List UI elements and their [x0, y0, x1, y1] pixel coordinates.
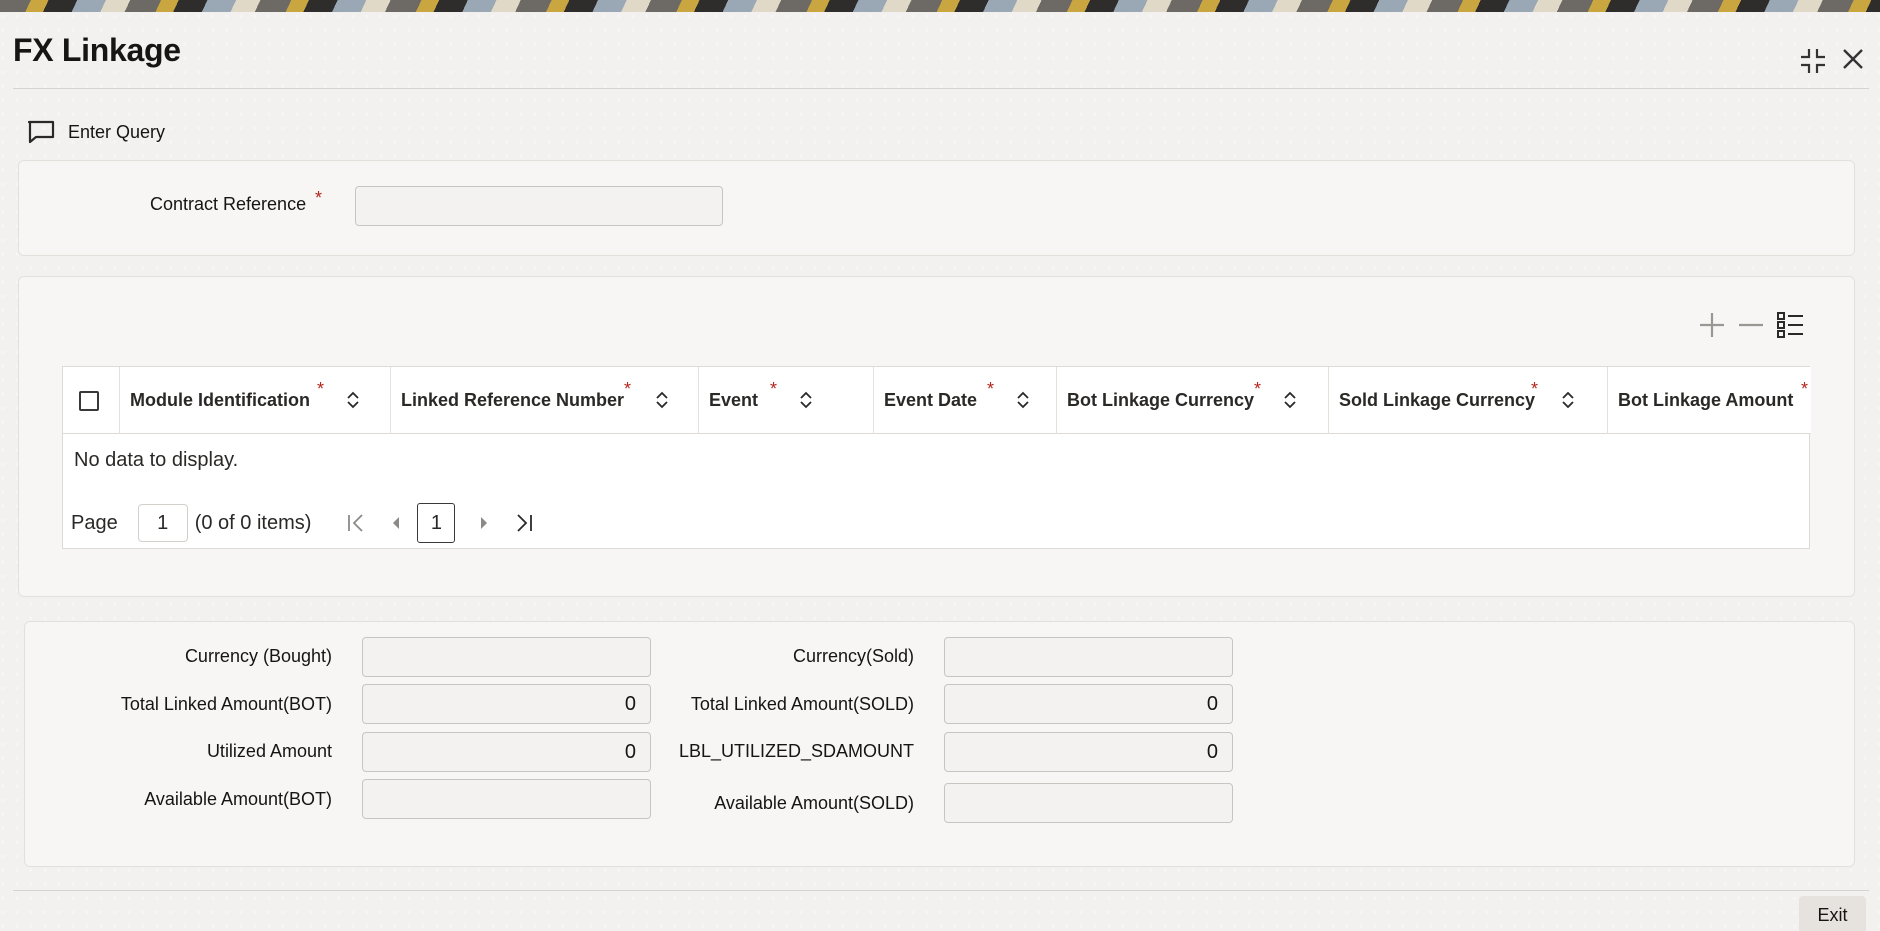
table-header: Module Identification * Linked Reference…	[63, 367, 1811, 434]
sort-icon[interactable]	[799, 391, 813, 409]
currency-sold-field[interactable]	[944, 637, 1233, 677]
enter-query-label: Enter Query	[68, 121, 166, 142]
enter-query-button[interactable]: Enter Query	[26, 118, 165, 146]
pagination: Page 1 (0 of 0 items) 1	[71, 503, 535, 543]
currency-bought-field[interactable]	[362, 637, 651, 677]
contract-reference-label: Contract Reference	[150, 194, 307, 214]
page-label: Page	[71, 511, 118, 534]
select-all-checkbox[interactable]	[79, 390, 99, 411]
contract-reference-input[interactable]	[355, 186, 723, 226]
available-bot-label: Available Amount(BOT)	[144, 789, 332, 809]
available-sold-label: Available Amount(SOLD)	[714, 793, 914, 813]
utilized-amount-label: Utilized Amount	[206, 741, 332, 761]
single-view-icon[interactable]	[1775, 310, 1805, 340]
col-bot-linkage-currency[interactable]: Bot Linkage Currency *	[1057, 367, 1329, 434]
sort-icon[interactable]	[1561, 391, 1575, 409]
next-page-icon[interactable]	[473, 512, 495, 534]
sort-icon[interactable]	[655, 391, 669, 409]
header-banner	[0, 0, 1880, 12]
col-event-date[interactable]: Event Date *	[874, 367, 1057, 434]
footer-divider	[13, 890, 1869, 891]
col-linked-reference-number[interactable]: Linked Reference Number *	[391, 367, 699, 434]
current-page-button[interactable]: 1	[417, 503, 456, 543]
total-linked-sold-field[interactable]: 0	[944, 684, 1233, 724]
required-marker: *	[315, 188, 323, 208]
utilized-amount-field[interactable]: 0	[362, 732, 651, 772]
sort-icon[interactable]	[1283, 391, 1297, 409]
delete-row-icon[interactable]	[1736, 310, 1766, 340]
utilized-sd-amount-label: LBL_UTILIZED_SDAMOUNT	[678, 741, 914, 761]
page-number-input[interactable]: 1	[137, 504, 188, 542]
col-bot-linkage-amount[interactable]: Bot Linkage Amount *	[1608, 367, 1811, 434]
title-divider	[13, 88, 1869, 89]
collapse-icon[interactable]	[1798, 46, 1828, 80]
message-icon	[26, 119, 56, 145]
first-page-icon[interactable]	[345, 512, 367, 534]
empty-message: No data to display.	[74, 449, 239, 471]
col-sold-linkage-currency[interactable]: Sold Linkage Currency *	[1329, 367, 1608, 434]
currency-sold-label: Currency(Sold)	[792, 646, 914, 666]
exit-button[interactable]: Exit	[1799, 896, 1866, 931]
available-sold-field[interactable]	[944, 783, 1233, 823]
sort-icon[interactable]	[1016, 391, 1030, 409]
select-all-cell	[63, 367, 120, 434]
total-linked-bot-label: Total Linked Amount(BOT)	[120, 694, 332, 714]
previous-page-icon[interactable]	[385, 512, 407, 534]
last-page-icon[interactable]	[513, 512, 535, 534]
total-linked-sold-label: Total Linked Amount(SOLD)	[690, 694, 914, 714]
linkage-table: Module Identification * Linked Reference…	[62, 366, 1811, 549]
total-linked-bot-field[interactable]: 0	[362, 684, 651, 724]
available-bot-field[interactable]	[362, 779, 651, 819]
page-title: FX Linkage	[13, 32, 181, 68]
add-row-icon[interactable]	[1697, 310, 1727, 340]
close-icon[interactable]	[1840, 46, 1866, 76]
currency-bought-label: Currency (Bought)	[184, 646, 332, 666]
fx-linkage-window: FX Linkage Enter Query Contract Referenc…	[0, 12, 1880, 931]
col-module-identification[interactable]: Module Identification *	[120, 367, 391, 434]
contract-panel: Contract Reference *	[18, 160, 1855, 256]
utilized-sd-amount-field[interactable]: 0	[944, 732, 1233, 772]
col-event[interactable]: Event *	[699, 367, 874, 434]
items-count: (0 of 0 items)	[194, 511, 312, 534]
sort-icon[interactable]	[346, 391, 360, 409]
